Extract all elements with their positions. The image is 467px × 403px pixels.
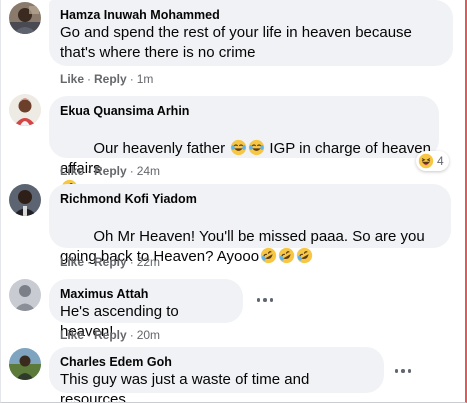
comment-timestamp[interactable]: 1m bbox=[137, 72, 154, 86]
comment-text: Go and spend the rest of your life in he… bbox=[60, 24, 417, 61]
like-button[interactable]: Like bbox=[60, 164, 84, 178]
comment-bubble: Maximus Attah He's ascending to heaven! bbox=[49, 279, 243, 340]
rolling-on-floor-laughing-icon bbox=[278, 247, 294, 264]
reply-button[interactable]: Reply bbox=[94, 164, 127, 178]
separator: · bbox=[87, 72, 92, 86]
more-options-icon[interactable] bbox=[391, 363, 415, 379]
separator: · bbox=[87, 164, 92, 178]
comment-bubble: Ekua Quansima Arhin Our heavenly father … bbox=[49, 96, 439, 196]
comment-actions: Like · Reply · 22m bbox=[60, 254, 160, 270]
avatar[interactable] bbox=[9, 279, 41, 311]
separator: · bbox=[129, 164, 134, 178]
comment-bubble: Hamza Inuwah Mohammed Go and spend the r… bbox=[49, 0, 453, 66]
separator: · bbox=[129, 255, 134, 269]
more-options-icon[interactable] bbox=[253, 292, 277, 308]
separator: · bbox=[87, 255, 92, 269]
comment-text-part: Our heavenly father bbox=[93, 140, 230, 157]
reply-button[interactable]: Reply bbox=[94, 72, 127, 86]
rolling-on-floor-laughing-icon bbox=[260, 247, 276, 264]
comment-author[interactable]: Hamza Inuwah Mohammed bbox=[60, 7, 441, 23]
comment-author[interactable]: Richmond Kofi Yiadom bbox=[60, 191, 439, 207]
comment-actions: Like · Reply · 20m bbox=[60, 327, 160, 343]
reaction-summary[interactable]: 4 bbox=[416, 151, 449, 171]
comment-bubble: Charles Edem Goh This guy was just a was… bbox=[49, 347, 384, 402]
rolling-on-floor-laughing-icon bbox=[296, 247, 312, 264]
separator: · bbox=[87, 328, 92, 342]
comment-timestamp[interactable]: 22m bbox=[137, 255, 160, 269]
comment-bubble: Richmond Kofi Yiadom Oh Mr Heaven! You'l… bbox=[49, 184, 451, 265]
avatar[interactable] bbox=[9, 184, 41, 216]
comment-text: Oh Mr Heaven! You'll be missed paaa. So … bbox=[60, 207, 440, 287]
comment-author[interactable]: Maximus Attah bbox=[60, 286, 231, 302]
avatar[interactable] bbox=[9, 348, 41, 380]
separator: · bbox=[129, 328, 134, 342]
comment-text: This guy was just a waste of time and re… bbox=[60, 371, 314, 403]
comment-actions: Like · Reply · 24m bbox=[60, 163, 160, 179]
avatar[interactable] bbox=[9, 94, 41, 126]
like-button[interactable]: Like bbox=[60, 328, 84, 342]
comment-author[interactable]: Charles Edem Goh bbox=[60, 354, 372, 370]
like-button[interactable]: Like bbox=[60, 255, 84, 269]
avatar[interactable] bbox=[9, 2, 41, 34]
reply-button[interactable]: Reply bbox=[94, 328, 127, 342]
comment-timestamp[interactable]: 20m bbox=[137, 328, 160, 342]
haha-reaction-icon bbox=[418, 153, 434, 169]
comment-author[interactable]: Ekua Quansima Arhin bbox=[60, 103, 427, 119]
reaction-count: 4 bbox=[437, 154, 444, 168]
face-with-tears-of-joy-icon bbox=[230, 139, 246, 156]
like-button[interactable]: Like bbox=[60, 72, 84, 86]
separator: · bbox=[129, 72, 134, 86]
reply-button[interactable]: Reply bbox=[94, 255, 127, 269]
face-with-tears-of-joy-icon bbox=[248, 139, 264, 156]
comment-timestamp[interactable]: 24m bbox=[137, 164, 160, 178]
comment-actions: Like · Reply · 1m bbox=[60, 71, 153, 87]
comments-panel: Hamza Inuwah Mohammed Go and spend the r… bbox=[0, 0, 467, 403]
